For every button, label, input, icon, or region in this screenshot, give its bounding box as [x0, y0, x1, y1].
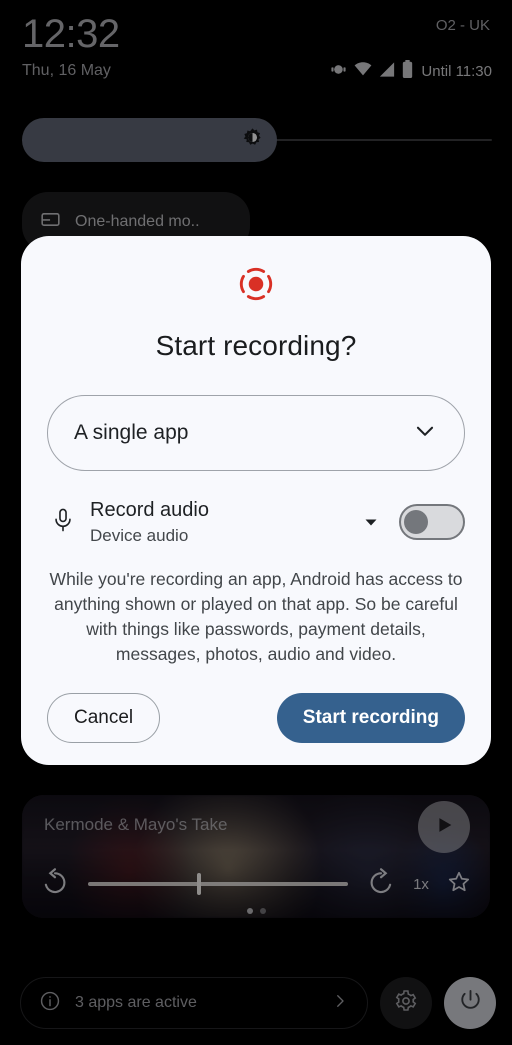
caret-down-icon[interactable]	[363, 514, 379, 530]
dialog-body-text: While you're recording an app, Android h…	[49, 569, 463, 664]
start-recording-dialog: Start recording? A single app Record aud…	[21, 236, 491, 765]
record-audio-title: Record audio	[90, 498, 209, 521]
screen-record-icon	[47, 264, 465, 304]
record-audio-texts: Record audio Device audio	[90, 497, 349, 548]
recording-scope-value: A single app	[74, 421, 189, 444]
record-audio-subtitle: Device audio	[90, 525, 189, 545]
microphone-icon	[50, 507, 76, 538]
android-quick-settings-screen: 12:32 Thu, 16 May O2 - UK Until 11:30 On…	[0, 0, 512, 1045]
cancel-button[interactable]: Cancel	[47, 693, 161, 743]
dialog-actions: Cancel Start recording	[47, 693, 465, 743]
record-audio-row[interactable]: Record audio Device audio	[47, 493, 465, 551]
toggle-knob	[404, 510, 428, 534]
chevron-down-icon	[412, 418, 438, 449]
recording-scope-select[interactable]: A single app	[47, 395, 465, 471]
start-recording-button[interactable]: Start recording	[276, 693, 465, 743]
record-audio-toggle[interactable]	[399, 504, 465, 540]
dialog-title: Start recording?	[155, 330, 357, 361]
